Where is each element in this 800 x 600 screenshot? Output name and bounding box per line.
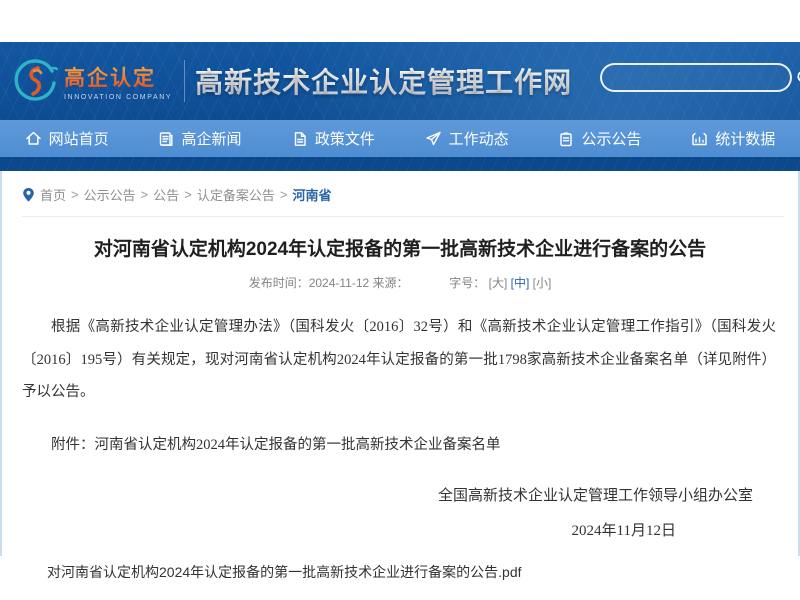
font-size-small-button[interactable]: [小]	[533, 276, 552, 290]
breadcrumb-separator: >	[184, 187, 192, 202]
publish-time-label: 发布时间：	[249, 276, 309, 290]
chart-icon	[691, 131, 708, 147]
paper-plane-icon	[425, 130, 442, 147]
brand-name-en: INNOVATION COMPANY	[64, 94, 172, 101]
nav-item-news[interactable]: 高企新闻	[133, 120, 266, 157]
article-body-paragraph: 根据《高新技术企业认定管理办法》（国科发火〔2016〕32号）和《高新技术企业认…	[22, 311, 776, 409]
search-box	[600, 63, 792, 92]
clipboard-icon	[558, 131, 574, 147]
attachment-line[interactable]: 附件：河南省认定机构2024年认定报备的第一批高新技术企业备案名单	[22, 433, 776, 454]
brand-logo-icon	[14, 59, 58, 103]
breadcrumb-separator: >	[141, 187, 149, 202]
home-icon	[25, 130, 42, 147]
nav-item-updates[interactable]: 工作动态	[400, 120, 533, 157]
nav-item-policy[interactable]: 政策文件	[267, 120, 400, 157]
search-icon	[796, 69, 800, 87]
breadcrumb-current-henan: 河南省	[292, 185, 331, 204]
nav-item-home[interactable]: 网站首页	[0, 120, 133, 157]
brand-name-cn: 高企认定	[64, 62, 172, 92]
location-pin-icon	[22, 187, 35, 203]
logo-separator	[184, 60, 185, 102]
pdf-attachment-link[interactable]: 对河南省认定机构2024年认定报备的第一批高新技术企业进行备案的公告.pdf	[47, 562, 522, 582]
news-icon	[158, 131, 174, 147]
font-size-medium-button[interactable]: [中]	[511, 276, 530, 290]
brand-text: 高企认定 INNOVATION COMPANY	[64, 62, 172, 101]
breadcrumb-item-notice[interactable]: 公告	[153, 185, 179, 204]
article-meta: 发布时间：2024-11-12 来源： 字号： [大] [中] [小]	[2, 274, 798, 291]
main-nav: 网站首页 高企新闻 政策文件 工作动态 公示公告	[0, 120, 800, 157]
font-size-large-button[interactable]: [大]	[489, 276, 508, 290]
search-input[interactable]	[602, 65, 796, 90]
site-header: 高企认定 INNOVATION COMPANY 高新技术企业认定管理工作网	[0, 42, 800, 120]
breadcrumb-separator: >	[280, 187, 288, 202]
nav-label: 统计数据	[715, 128, 775, 149]
breadcrumb-divider	[22, 216, 784, 217]
nav-item-statistics[interactable]: 统计数据	[667, 120, 800, 157]
document-icon	[292, 131, 308, 147]
nav-label: 政策文件	[315, 128, 375, 149]
search-button[interactable]	[796, 69, 800, 87]
nav-label: 网站首页	[49, 128, 109, 149]
nav-label: 工作动态	[449, 128, 509, 149]
issuing-office: 全国高新技术企业认定管理工作领导小组办公室	[2, 484, 798, 505]
breadcrumb-item-announcements[interactable]: 公示公告	[84, 185, 136, 204]
nav-item-announcements[interactable]: 公示公告	[533, 120, 666, 157]
site-logo[interactable]: 高企认定 INNOVATION COMPANY	[14, 59, 172, 103]
source-label: 来源：	[373, 276, 409, 290]
publish-date: 2024-11-12	[309, 276, 370, 290]
page: 高企认定 INNOVATION COMPANY 高新技术企业认定管理工作网 网站…	[0, 0, 800, 600]
article-title: 对河南省认定机构2024年认定报备的第一批高新技术企业进行备案的公告	[2, 234, 798, 261]
nav-label: 高企新闻	[181, 128, 241, 149]
breadcrumb: 首页 > 公示公告 > 公告 > 认定备案公告 > 河南省	[22, 185, 798, 204]
breadcrumb-item-filing[interactable]: 认定备案公告	[197, 185, 275, 204]
issue-date: 2024年11月12日	[2, 519, 798, 540]
header-bottom-strip	[0, 157, 800, 171]
breadcrumb-item-home[interactable]: 首页	[40, 185, 66, 204]
breadcrumb-separator: >	[71, 187, 79, 202]
content-panel: 首页 > 公示公告 > 公告 > 认定备案公告 > 河南省 对河南省认定机构20…	[0, 171, 800, 556]
font-size-label: 字号：	[449, 276, 485, 290]
site-title: 高新技术企业认定管理工作网	[195, 61, 572, 101]
nav-label: 公示公告	[581, 128, 641, 149]
